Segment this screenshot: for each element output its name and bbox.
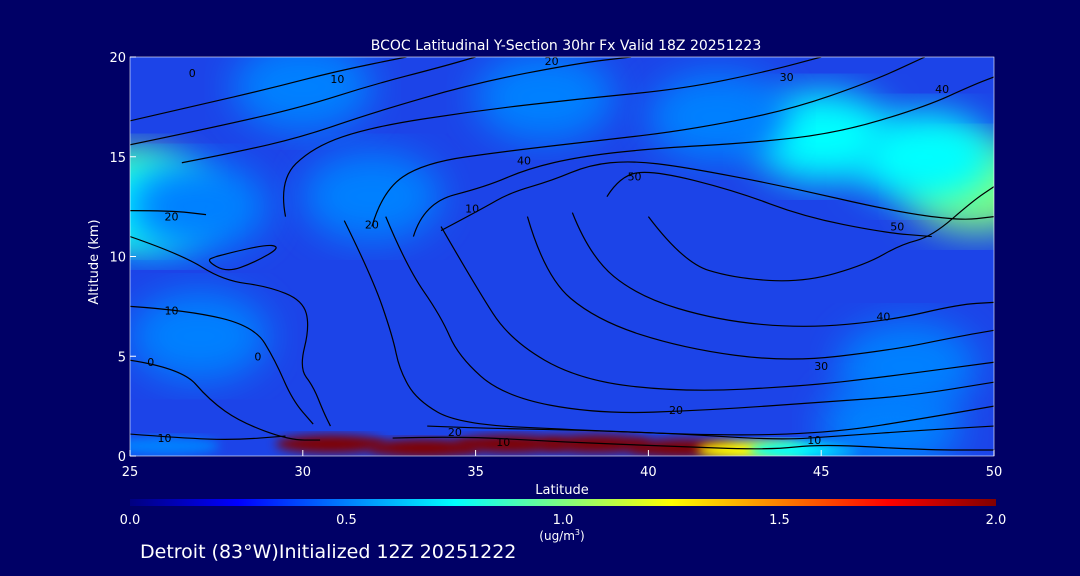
contour-label-6: 0 xyxy=(254,350,261,363)
colorbar-tick-4: 2.0 xyxy=(986,513,1007,528)
contour-label-12: 10 xyxy=(164,304,178,317)
y-tick-label-2: 10 xyxy=(109,251,126,266)
contour-label-17: 20 xyxy=(448,426,462,439)
y-tick-label-0: 0 xyxy=(118,450,126,465)
colorbar-tick-1: 0.5 xyxy=(336,513,357,528)
contour-label-3: 30 xyxy=(780,71,794,84)
contour-label-13: 0 xyxy=(147,356,154,369)
x-tick-label-4: 45 xyxy=(813,465,830,480)
cross-section-chart: BCOC Latitudinal Y-Section 30hr Fx Valid… xyxy=(87,38,1007,543)
contour-label-14: 40 xyxy=(876,310,890,323)
contour-label-7: 10 xyxy=(465,203,479,216)
colorbar-tick-0: 0.0 xyxy=(120,513,141,528)
contour-label-20: 10 xyxy=(158,432,172,445)
footer-info: Detroit (83°W)Initialized 12Z 20251222 xyxy=(140,541,517,563)
colorbar-unit: (ug/m3) xyxy=(539,528,584,543)
y-tick-label-4: 20 xyxy=(109,51,126,66)
contour-label-1: 10 xyxy=(330,73,344,86)
contour-label-4: 40 xyxy=(935,83,949,96)
x-tick-label-2: 35 xyxy=(467,465,484,480)
colorbar-tick-3: 1.5 xyxy=(769,513,790,528)
contour-label-18: 10 xyxy=(496,436,510,449)
colorbar-ticks: 0.0 0.5 1.0 1.5 2.0 xyxy=(120,513,1007,528)
contour-label-10: 50 xyxy=(628,171,642,184)
x-tick-label-1: 30 xyxy=(295,465,312,480)
contour-label-11: 50 xyxy=(890,221,904,234)
colorbar-tick-2: 1.0 xyxy=(553,513,574,528)
colorbar xyxy=(130,499,996,506)
y-axis-label: Altitude (km) xyxy=(87,219,102,304)
concentration-point-10 xyxy=(275,435,386,454)
contour-label-0: 0 xyxy=(189,67,196,80)
contour-label-16: 20 xyxy=(669,404,683,417)
x-tick-label-0: 25 xyxy=(122,465,139,480)
chart-title: BCOC Latitudinal Y-Section 30hr Fx Valid… xyxy=(371,38,761,54)
x-tick-label-5: 50 xyxy=(986,465,1003,480)
x-tick-label-3: 40 xyxy=(640,465,657,480)
y-tick-label-1: 5 xyxy=(118,350,126,365)
contour-label-9: 40 xyxy=(517,155,531,168)
plot-area: 0 1020304020010204050501004030202010 1010 xyxy=(130,57,994,456)
contour-label-8: 20 xyxy=(365,219,379,232)
contour-label-15: 30 xyxy=(814,360,828,373)
contour-label-5: 20 xyxy=(164,211,178,224)
concentration-point-8 xyxy=(130,161,270,252)
y-tick-label-3: 15 xyxy=(109,151,126,166)
concentration-point-19 xyxy=(837,321,978,412)
contour-label-19: 10 xyxy=(807,434,821,447)
x-axis-label: Latitude xyxy=(535,483,589,498)
